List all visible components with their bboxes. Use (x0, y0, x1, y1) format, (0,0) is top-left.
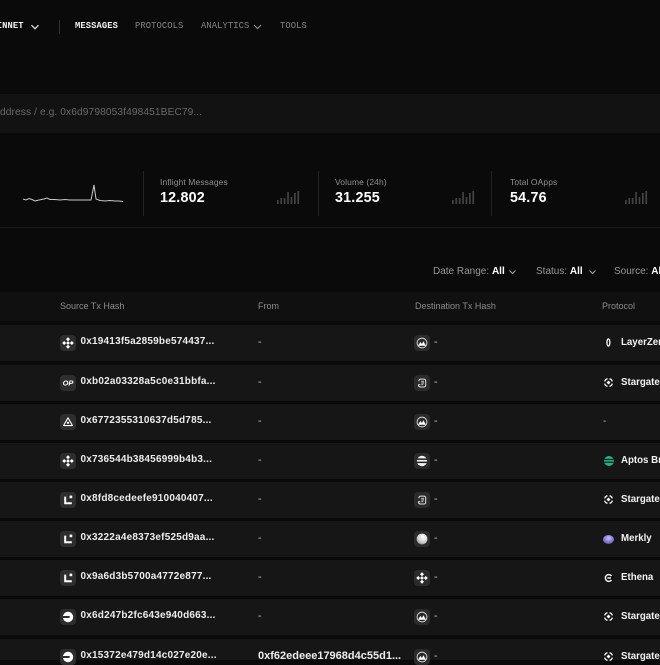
svg-text:OP: OP (63, 379, 74, 388)
